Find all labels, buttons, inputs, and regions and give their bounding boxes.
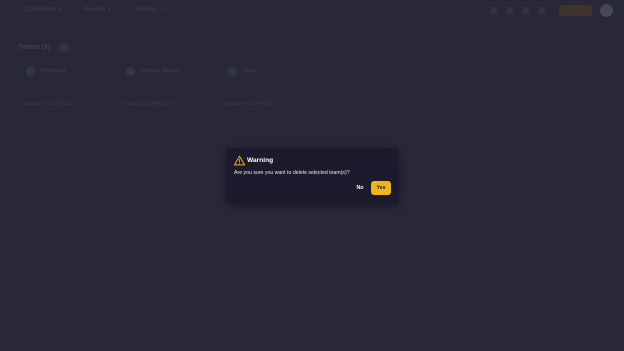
yes-button[interactable]: Yes: [371, 181, 391, 195]
warning-dialog: Warning Are you sure you want to delete …: [226, 148, 399, 204]
dialog-title: Warning: [247, 157, 274, 164]
dialog-message: Are you sure you want to delete selected…: [234, 170, 350, 176]
no-button[interactable]: No: [351, 182, 369, 194]
warning-triangle-icon: [234, 155, 245, 166]
